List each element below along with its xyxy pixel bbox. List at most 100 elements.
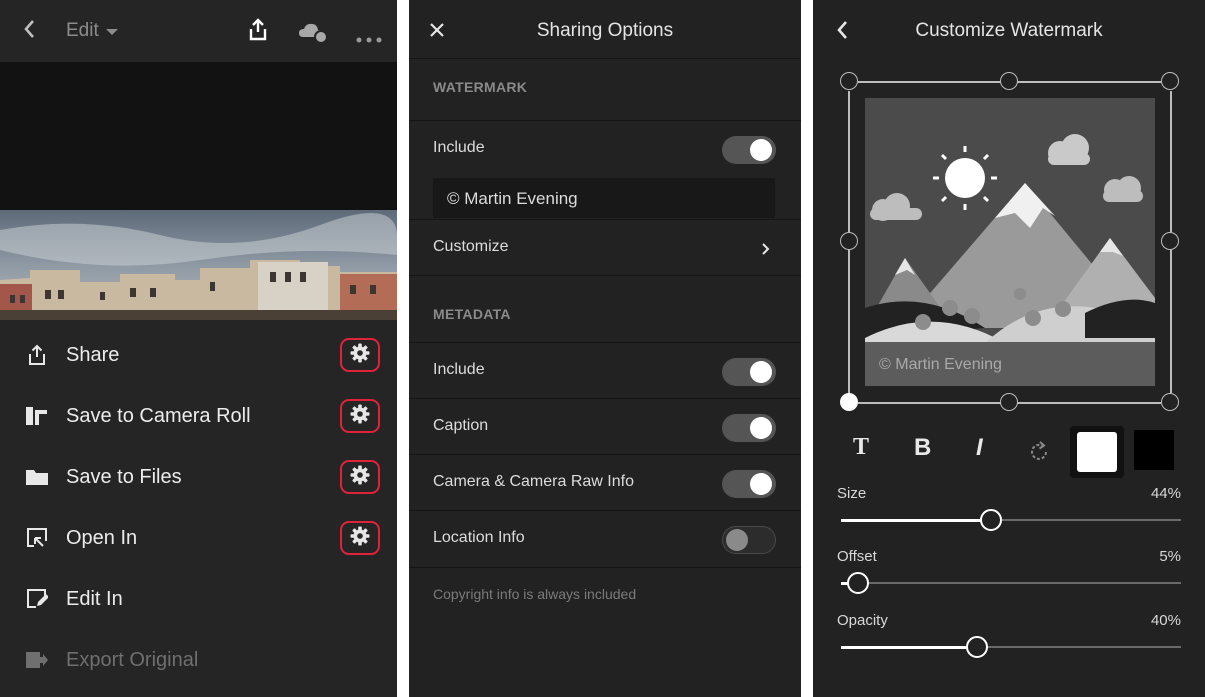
gear-icon [350, 343, 370, 368]
metadata-include-row: Include [409, 342, 801, 399]
camera-info-toggle[interactable] [722, 470, 776, 498]
save-to-files-label: Save to Files [66, 465, 182, 488]
slider-fill [841, 518, 991, 522]
share-icon [24, 342, 50, 368]
customize-watermark-panel: Customize Watermark © Martin Evening T B… [813, 0, 1205, 697]
customize-label: Customize [433, 238, 509, 255]
crop-handle[interactable] [1161, 232, 1179, 250]
cloud-sync-icon[interactable] [298, 21, 330, 48]
camera-info-row: Camera & Camera Raw Info [409, 454, 801, 511]
slider-thumb[interactable] [979, 509, 1002, 531]
anchor-handle-selected[interactable] [840, 393, 858, 411]
customize-row[interactable]: Customize [409, 219, 801, 276]
opacity-value: 40% [1150, 612, 1181, 629]
export-icon [24, 647, 50, 673]
black-color-swatch[interactable] [1134, 430, 1174, 470]
white-color-swatch [1077, 432, 1117, 472]
export-original-row[interactable]: Export Original [0, 630, 397, 690]
text-tool-button[interactable]: T [853, 434, 869, 461]
save-to-files-row[interactable]: Save to Files [0, 447, 397, 507]
open-in-label: Open In [66, 526, 138, 549]
opacity-label: Opacity [837, 612, 888, 629]
crop-handle[interactable] [1000, 72, 1018, 90]
edit-in-row[interactable]: Edit In [0, 569, 397, 629]
watermark-include-row: Include [409, 120, 801, 177]
gear-icon [350, 404, 370, 429]
location-info-row: Location Info [409, 510, 801, 568]
copyright-note: Copyright info is always included [433, 586, 637, 602]
share-icon[interactable] [247, 18, 269, 47]
export-menu-panel: Edit Share Save to Camera Roll Save to F… [0, 0, 397, 697]
opacity-slider[interactable] [841, 636, 1181, 658]
share-row[interactable]: Share [0, 325, 397, 385]
open-in-settings-button[interactable] [340, 521, 380, 555]
size-label: Size [837, 485, 867, 502]
crop-handle[interactable] [840, 72, 858, 90]
location-info-label: Location Info [433, 529, 525, 546]
watermark-preview: © Martin Evening [865, 98, 1155, 386]
size-value: 44% [1150, 485, 1181, 502]
slider-fill [841, 645, 977, 649]
crop-handle[interactable] [840, 232, 858, 250]
back-icon[interactable] [22, 18, 36, 45]
watermark-section-header: WATERMARK [433, 79, 528, 95]
slider-thumb[interactable] [847, 572, 869, 594]
folder-icon [24, 464, 50, 490]
sharing-options-panel: Sharing Options WATERMARK Include © Mart… [409, 0, 801, 697]
bold-button[interactable]: B [914, 434, 931, 462]
chevron-right-icon [761, 242, 770, 261]
frame-line [1170, 91, 1172, 232]
caption-toggle[interactable] [722, 414, 776, 442]
edit-in-label: Edit In [66, 587, 123, 610]
share-settings-button[interactable] [340, 338, 380, 372]
metadata-include-label: Include [433, 361, 485, 378]
files-settings-button[interactable] [340, 460, 380, 494]
white-color-swatch-selected[interactable] [1070, 426, 1124, 478]
crop-handle[interactable] [1161, 393, 1179, 411]
location-info-toggle[interactable] [722, 526, 776, 554]
header: Sharing Options [409, 0, 801, 59]
watermark-text-field[interactable]: © Martin Evening [433, 178, 775, 218]
header: Customize Watermark [813, 0, 1205, 58]
page-title: Sharing Options [536, 20, 674, 41]
top-bar: Edit [0, 0, 397, 62]
slider-thumb[interactable] [966, 636, 988, 658]
italic-button[interactable]: I [976, 434, 983, 462]
edit-label: Edit [66, 20, 99, 41]
watermark-text-value: © Martin Evening [447, 189, 578, 208]
frame-line [858, 402, 1001, 404]
frame-line [848, 91, 850, 232]
gear-icon [350, 526, 370, 551]
frame-line [1017, 81, 1161, 83]
offset-value: 5% [1159, 548, 1181, 565]
watermark-preview-text: © Martin Evening [879, 356, 1002, 373]
crop-handle[interactable] [1161, 72, 1179, 90]
offset-slider[interactable] [841, 572, 1181, 594]
watermark-include-toggle[interactable] [722, 136, 776, 164]
gear-icon [350, 465, 370, 490]
watermark-include-label: Include [433, 139, 485, 156]
photo-preview-dark-area [0, 62, 397, 210]
camera-info-label: Camera & Camera Raw Info [433, 473, 634, 490]
offset-label: Offset [837, 548, 877, 565]
open-in-row[interactable]: Open In [0, 508, 397, 568]
share-label: Share [66, 343, 120, 366]
open-in-icon [24, 525, 50, 551]
export-original-label: Export Original [66, 648, 199, 671]
crop-handle[interactable] [1000, 393, 1018, 411]
metadata-section-header: METADATA [433, 306, 511, 322]
save-to-camera-roll-row[interactable]: Save to Camera Roll [0, 386, 397, 446]
save-to-camera-roll-label: Save to Camera Roll [66, 404, 251, 427]
edit-menu-button[interactable]: Edit [66, 20, 119, 42]
caption-label: Caption [433, 417, 489, 434]
camera-roll-settings-button[interactable] [340, 399, 380, 433]
frame-line [1017, 402, 1161, 404]
photo-thumbnail [0, 210, 397, 320]
metadata-include-toggle[interactable] [722, 358, 776, 386]
chevron-down-icon [106, 29, 119, 35]
rotate-icon[interactable] [1027, 440, 1051, 469]
frame-line [848, 250, 850, 393]
more-icon[interactable] [356, 30, 382, 48]
size-slider[interactable] [841, 509, 1181, 531]
frame-line [858, 81, 1001, 83]
